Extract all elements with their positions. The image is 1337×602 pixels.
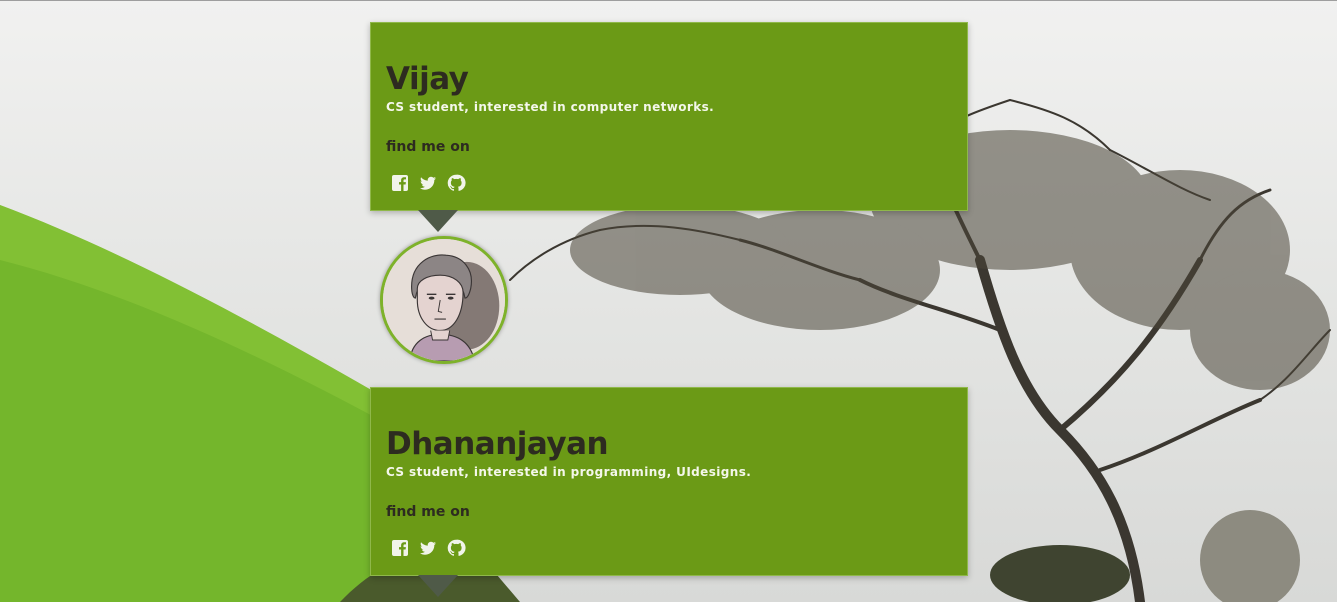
social-links [390, 538, 466, 558]
find-me-label: find me on [386, 139, 470, 155]
profile-bio: CS student, interested in programming, U… [386, 465, 752, 479]
find-me-label: find me on [386, 504, 470, 520]
facebook-icon[interactable] [390, 538, 410, 558]
social-links [390, 173, 466, 193]
profile-name: Vijay [386, 61, 469, 97]
avatar-vijay [380, 236, 508, 364]
github-icon[interactable] [446, 173, 466, 193]
profile-card-dhananjayan: Dhananjayan CS student, interested in pr… [370, 387, 968, 576]
twitter-icon[interactable] [418, 538, 438, 558]
card-pointer [418, 210, 458, 232]
card-pointer [418, 575, 458, 597]
top-divider [0, 0, 1337, 1]
profile-card-vijay: Vijay CS student, interested in computer… [370, 22, 968, 211]
profile-bio: CS student, interested in computer netwo… [386, 100, 715, 114]
page-background: Vijay CS student, interested in computer… [0, 0, 1337, 602]
profile-name: Dhananjayan [386, 426, 609, 462]
facebook-icon[interactable] [390, 173, 410, 193]
github-icon[interactable] [446, 538, 466, 558]
twitter-icon[interactable] [418, 173, 438, 193]
